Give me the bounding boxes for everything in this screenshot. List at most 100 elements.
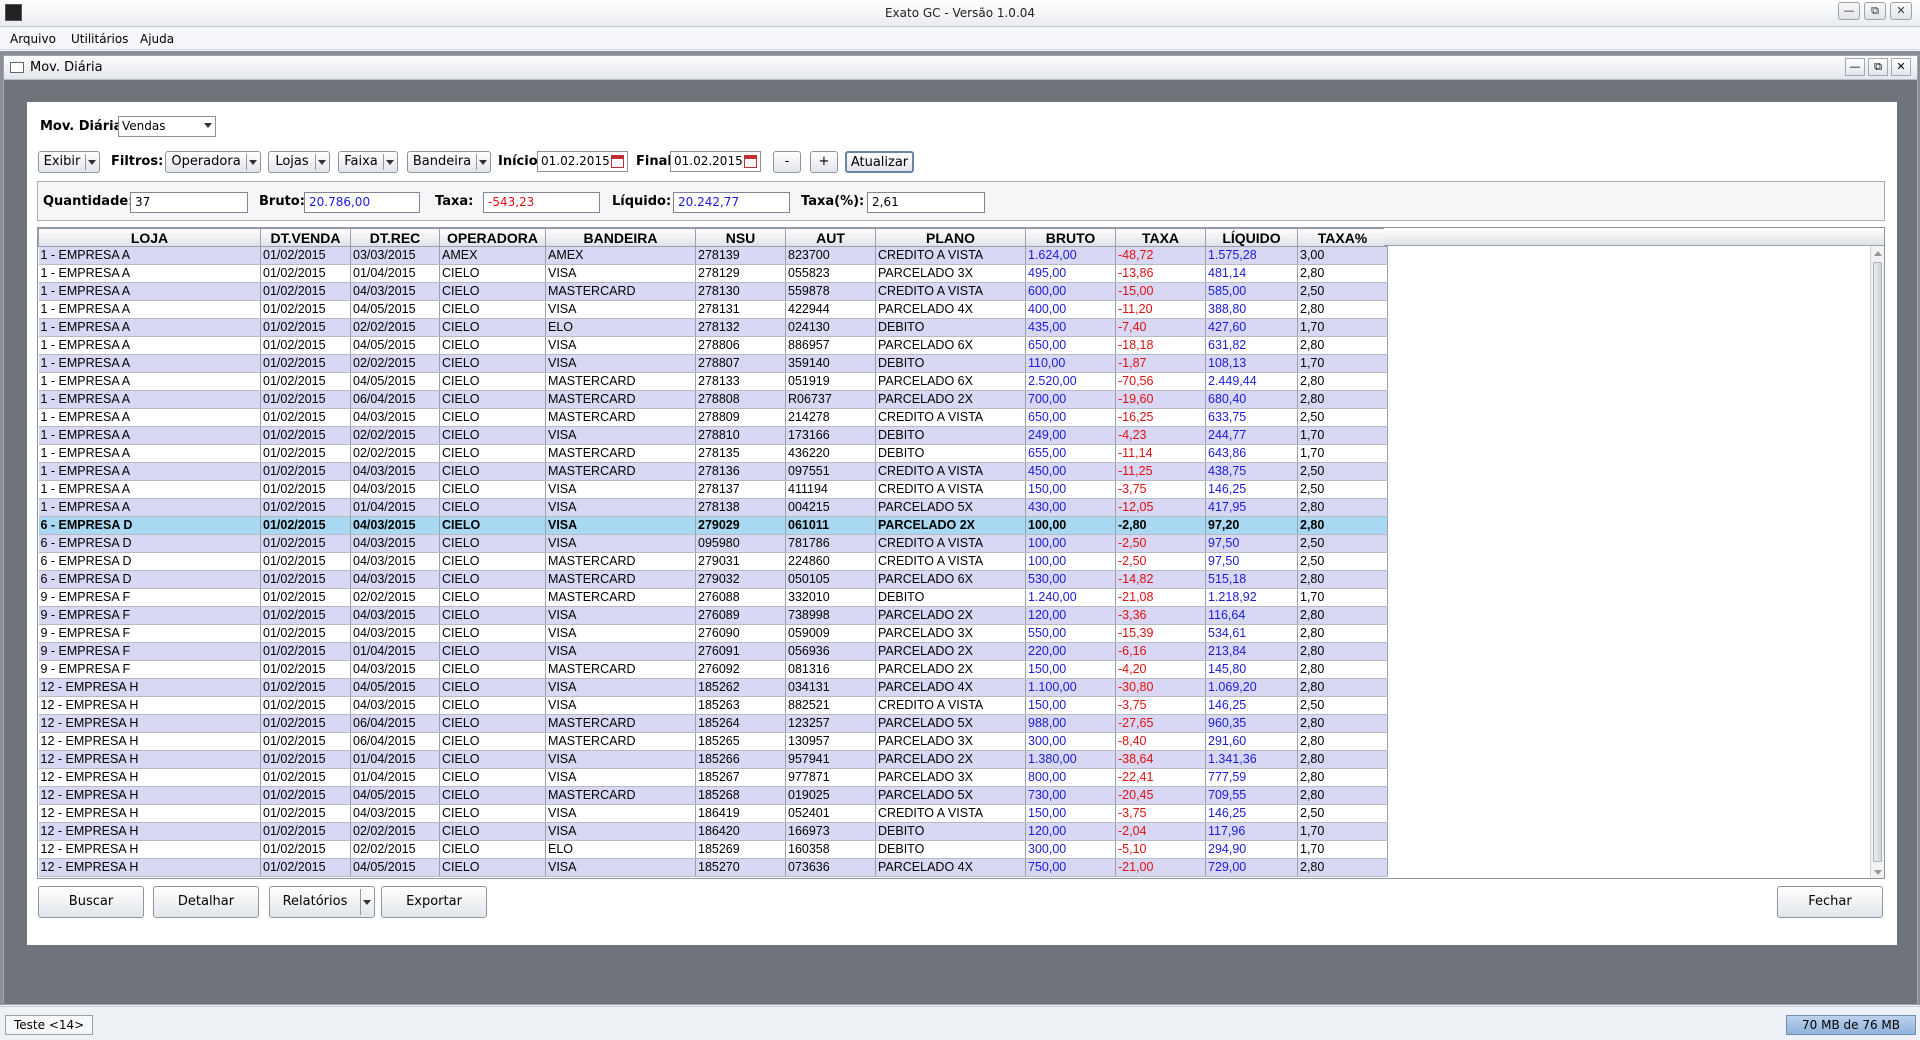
table-row[interactable]: 9 - EMPRESA F 01/02/2015 04/03/2015 CIELO MA… [38,660,1388,679]
table-cell: 977871 [785,768,876,787]
column-header[interactable]: AUT [785,228,876,247]
summary-panel: Quantidade: 37 Bruto: 20.786,00 Taxa: -5… [37,181,1885,221]
previous-day-button[interactable]: - [773,151,801,173]
column-header[interactable]: LOJA [38,228,261,247]
table-cell: 400,00 [1025,300,1116,319]
inicio-date-field[interactable]: 01.02.2015 [537,151,628,172]
restore-icon[interactable]: ⧉ [1864,2,1886,20]
table-row[interactable]: 9 - EMPRESA F 01/02/2015 02/02/2015 CIELO MA… [38,588,1388,607]
table-row[interactable]: 1 - EMPRESA A 01/02/2015 01/04/2015 CIELO VI… [38,498,1388,517]
mov-diaria-titlebar[interactable]: Mov. Diária — ⧉ ✕ [4,56,1917,80]
scroll-down-icon[interactable] [1874,870,1882,875]
memory-indicator[interactable]: 70 MB de 76 MB [1786,1015,1916,1035]
column-header[interactable]: OPERADORA [439,228,546,247]
fechar-button[interactable]: Fechar [1777,886,1883,918]
table-row[interactable]: 1 - EMPRESA A 01/02/2015 04/05/2015 CIELO VI… [38,300,1388,319]
table-cell: 06/04/2015 [350,714,440,733]
column-header[interactable]: DT.VENDA [260,228,351,247]
table-row[interactable]: 6 - EMPRESA D 01/02/2015 04/03/2015 CIELO MA… [38,552,1388,571]
table-row[interactable]: 1 - EMPRESA A 01/02/2015 03/03/2015 AMEX AME… [38,246,1388,265]
liquido-field[interactable]: 20.242,77 [673,192,790,213]
table-row[interactable]: 6 - EMPRESA D 01/02/2015 04/03/2015 CIELO VI… [38,516,1388,535]
calendar-icon[interactable] [611,155,624,168]
quantidade-field[interactable]: 37 [130,192,248,213]
minimize-icon[interactable]: — [1838,2,1860,20]
table-row[interactable]: 1 - EMPRESA A 01/02/2015 04/05/2015 CIELO VI… [38,336,1388,355]
relatorios-button[interactable]: Relatórios [269,886,375,918]
faixa-label: Faixa [344,154,378,169]
mov-type-select[interactable]: Vendas [118,116,216,137]
next-day-button[interactable]: + [810,151,838,173]
table-row[interactable]: 1 - EMPRESA A 01/02/2015 01/04/2015 CIELO VI… [38,264,1388,283]
menu-utilitarios[interactable]: Utilitários [71,32,128,46]
data-grid[interactable]: LOJA DT.VENDA DT.REC OPERADORA BANDEIRA NSU AU… [38,228,1388,877]
column-header[interactable]: BRUTO [1025,228,1116,247]
column-header[interactable]: TAXA [1115,228,1206,247]
table-cell: AMEX [439,246,546,265]
close-icon[interactable]: ✕ [1890,2,1912,20]
table-cell: 332010 [785,588,876,607]
calendar-icon[interactable] [744,155,757,168]
table-row[interactable]: 12 - EMPRESA H 01/02/2015 04/03/2015 CIELO V… [38,696,1388,715]
lojas-filter-button[interactable]: Lojas [268,151,330,173]
table-row[interactable]: 1 - EMPRESA A 01/02/2015 02/02/2015 CIELO VI… [38,426,1388,445]
table-row[interactable]: 1 - EMPRESA A 01/02/2015 04/03/2015 CIELO MA… [38,408,1388,427]
table-row[interactable]: 1 - EMPRESA A 01/02/2015 04/03/2015 CIELO MA… [38,462,1388,481]
close-icon[interactable]: ✕ [1891,58,1911,76]
column-header[interactable]: TAXA% [1297,228,1388,247]
exibir-button[interactable]: Exibir [38,151,100,173]
bandeira-filter-button[interactable]: Bandeira [407,151,491,173]
table-row[interactable]: 12 - EMPRESA H 01/02/2015 04/05/2015 CIELO V… [38,858,1388,877]
scroll-up-icon[interactable] [1874,251,1882,256]
table-row[interactable]: 1 - EMPRESA A 01/02/2015 02/02/2015 CIELO MA… [38,444,1388,463]
vertical-scrollbar[interactable] [1870,246,1884,878]
table-cell: 12 - EMPRESA H [38,732,261,751]
exportar-button[interactable]: Exportar [381,886,487,918]
table-row[interactable]: 9 - EMPRESA F 01/02/2015 04/03/2015 CIELO VI… [38,606,1388,625]
table-row[interactable]: 1 - EMPRESA A 01/02/2015 04/05/2015 CIELO MA… [38,372,1388,391]
table-row[interactable]: 12 - EMPRESA H 01/02/2015 02/02/2015 CIELO E… [38,840,1388,859]
menu-arquivo[interactable]: Arquivo [10,32,56,46]
table-cell: 004215 [785,498,876,517]
column-header[interactable]: BANDEIRA [545,228,696,247]
column-header[interactable]: DT.REC [350,228,440,247]
buscar-button[interactable]: Buscar [38,886,144,918]
table-cell: 01/02/2015 [260,750,351,769]
menu-ajuda[interactable]: Ajuda [140,32,174,46]
column-header[interactable]: PLANO [875,228,1026,247]
atualizar-button[interactable]: Atualizar [845,151,914,173]
vendas-table[interactable]: LOJA DT.VENDA DT.REC OPERADORA BANDEIRA NSU AU… [37,227,1885,879]
final-date-field[interactable]: 01.02.2015 [670,151,761,172]
detalhar-button[interactable]: Detalhar [153,886,259,918]
faixa-filter-button[interactable]: Faixa [338,151,398,173]
table-cell: -11,14 [1115,444,1206,463]
table-row[interactable]: 12 - EMPRESA H 01/02/2015 04/05/2015 CIELO M… [38,786,1388,805]
minimize-icon[interactable]: — [1845,58,1865,76]
table-row[interactable]: 12 - EMPRESA H 01/02/2015 06/04/2015 CIELO M… [38,732,1388,751]
table-row[interactable]: 1 - EMPRESA A 01/02/2015 04/03/2015 CIELO MA… [38,282,1388,301]
table-cell: CIELO [439,624,546,643]
table-row[interactable]: 9 - EMPRESA F 01/02/2015 01/04/2015 CIELO VI… [38,642,1388,661]
table-row[interactable]: 1 - EMPRESA A 01/02/2015 02/02/2015 CIELO EL… [38,318,1388,337]
column-header[interactable]: NSU [695,228,786,247]
table-row[interactable]: 6 - EMPRESA D 01/02/2015 04/03/2015 CIELO MA… [38,570,1388,589]
table-row[interactable]: 9 - EMPRESA F 01/02/2015 04/03/2015 CIELO VI… [38,624,1388,643]
scroll-thumb[interactable] [1873,262,1882,862]
operadora-filter-button[interactable]: Operadora [165,151,261,173]
bruto-field[interactable]: 20.786,00 [304,192,420,213]
table-cell: -15,00 [1115,282,1206,301]
table-row[interactable]: 12 - EMPRESA H 01/02/2015 04/03/2015 CIELO V… [38,804,1388,823]
table-row[interactable]: 1 - EMPRESA A 01/02/2015 06/04/2015 CIELO MA… [38,390,1388,409]
column-header[interactable]: LÍQUIDO [1205,228,1298,247]
table-row[interactable]: 1 - EMPRESA A 01/02/2015 04/03/2015 CIELO VI… [38,480,1388,499]
table-row[interactable]: 6 - EMPRESA D 01/02/2015 04/03/2015 CIELO VI… [38,534,1388,553]
table-row[interactable]: 12 - EMPRESA H 01/02/2015 02/02/2015 CIELO V… [38,822,1388,841]
table-row[interactable]: 12 - EMPRESA H 01/02/2015 01/04/2015 CIELO V… [38,750,1388,769]
table-row[interactable]: 1 - EMPRESA A 01/02/2015 02/02/2015 CIELO VI… [38,354,1388,373]
table-row[interactable]: 12 - EMPRESA H 01/02/2015 01/04/2015 CIELO V… [38,768,1388,787]
taxa-pct-field[interactable]: 2,61 [867,192,985,213]
restore-icon[interactable]: ⧉ [1868,58,1888,76]
table-row[interactable]: 12 - EMPRESA H 01/02/2015 04/05/2015 CIELO V… [38,678,1388,697]
table-row[interactable]: 12 - EMPRESA H 01/02/2015 06/04/2015 CIELO M… [38,714,1388,733]
taxa-field[interactable]: -543,23 [483,192,600,213]
